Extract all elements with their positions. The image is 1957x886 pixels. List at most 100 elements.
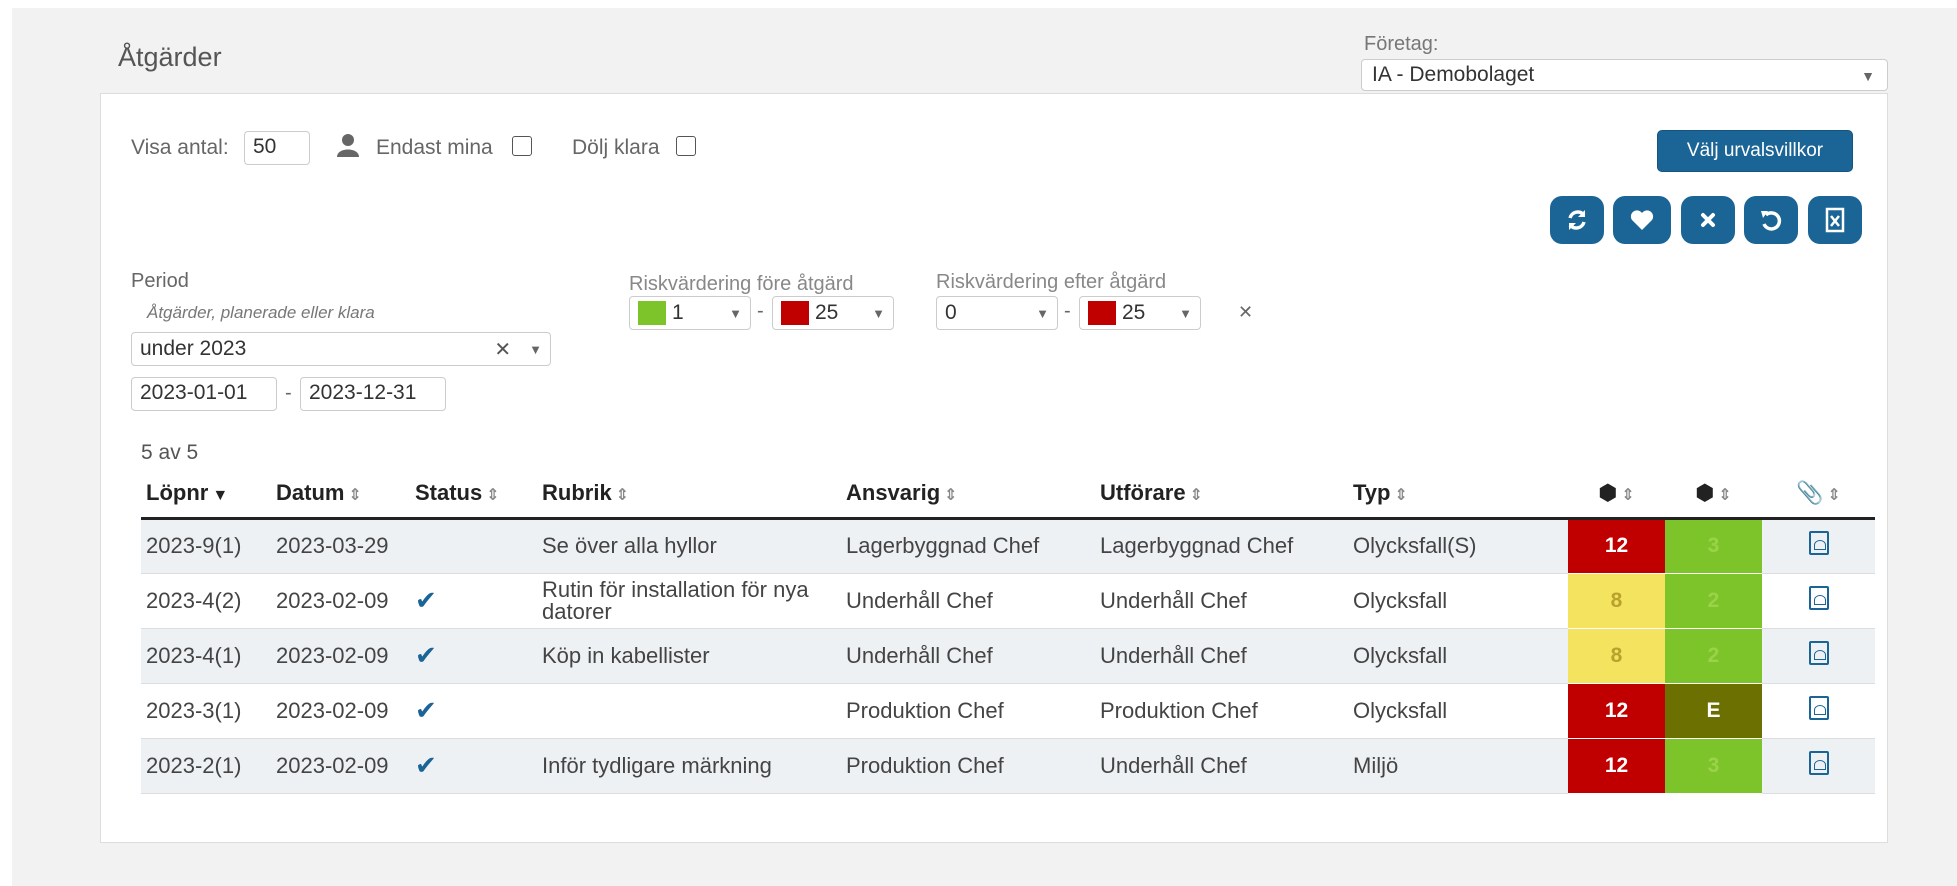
cell-ansvarig: Produktion Chef bbox=[841, 738, 1095, 794]
table-row[interactable]: 2023-3(1) 2023-02-09 ✔ Produktion Chef Produ… bbox=[141, 683, 1875, 739]
chevron-down-icon: ▼ bbox=[872, 305, 885, 321]
cell-ansvarig: Underhåll Chef bbox=[841, 628, 1095, 684]
cell-pdf[interactable] bbox=[1762, 683, 1875, 739]
cell-ansvarig: Produktion Chef bbox=[841, 683, 1095, 739]
pdf-icon[interactable] bbox=[1808, 531, 1829, 555]
cell-typ: Olycksfall bbox=[1348, 573, 1568, 629]
col-rubrik[interactable]: Rubrik ⇕ bbox=[537, 470, 841, 520]
risk-before-dash: - bbox=[757, 300, 764, 322]
choose-criteria-button[interactable]: Välj urvalsvillkor bbox=[1657, 130, 1853, 172]
company-value: IA - Demobolaget bbox=[1372, 63, 1535, 86]
cell-status: ✔ bbox=[410, 573, 537, 629]
cell-ansvarig: Lagerbyggnad Chef bbox=[841, 518, 1095, 574]
cell-rubrik: Inför tydligare märkning bbox=[537, 738, 841, 794]
favorite-button[interactable] bbox=[1613, 196, 1671, 244]
col-risk-after[interactable]: ⬢ ⇕ bbox=[1665, 470, 1762, 520]
cell-utforare: Lagerbyggnad Chef bbox=[1095, 518, 1348, 574]
checkmark-icon: ✔ bbox=[415, 750, 437, 780]
cell-status: ✔ bbox=[410, 628, 537, 684]
cell-risk-after: 2 bbox=[1665, 573, 1762, 629]
col-typ[interactable]: Typ ⇕ bbox=[1348, 470, 1568, 520]
clear-risk-icon[interactable]: ✕ bbox=[1238, 302, 1253, 323]
chevron-down-icon: ▼ bbox=[1036, 305, 1049, 321]
table-row[interactable]: 2023-2(1) 2023-02-09 ✔ Inför tydligare märk… bbox=[141, 738, 1875, 794]
cell-pdf[interactable] bbox=[1762, 518, 1875, 574]
col-utforare[interactable]: Utförare ⇕ bbox=[1095, 470, 1348, 520]
table-row[interactable]: 2023-4(2) 2023-02-09 ✔ Rutin för installati… bbox=[141, 573, 1875, 629]
paperclip-icon: 📎 bbox=[1796, 480, 1824, 506]
cell-utforare: Underhåll Chef bbox=[1095, 738, 1348, 794]
risk-after-from-value: 0 bbox=[945, 301, 957, 324]
risk-before-from-value: 1 bbox=[672, 301, 684, 324]
risk-after-to-select[interactable]: 25 ▼ bbox=[1079, 296, 1201, 330]
cell-utforare: Underhåll Chef bbox=[1095, 628, 1348, 684]
date-to-input[interactable]: 2023-12-31 bbox=[300, 377, 446, 411]
cell-lopnr: 2023-3(1) bbox=[141, 683, 271, 739]
risk-before-from-select[interactable]: 1 ▼ bbox=[629, 296, 751, 330]
col-attachment[interactable]: 📎 ⇕ bbox=[1762, 470, 1875, 520]
cell-risk-before: 12 bbox=[1568, 518, 1665, 574]
checkmark-icon: ✔ bbox=[415, 695, 437, 725]
actions-table: Löpnr ▼ Datum ⇕ Status ⇕ Rubrik ⇕ Ansvarig ⇕ … bbox=[141, 470, 1875, 794]
show-count-input[interactable]: 50 bbox=[244, 131, 310, 165]
period-value: under 2023 bbox=[140, 337, 247, 360]
cell-ansvarig: Underhåll Chef bbox=[841, 573, 1095, 629]
table-row[interactable]: 2023-9(1) 2023-03-29 Se över alla hyllor La… bbox=[141, 518, 1875, 574]
company-select[interactable]: IA - Demobolaget ▼ bbox=[1361, 59, 1888, 91]
only-mine-checkbox[interactable] bbox=[512, 136, 532, 156]
cell-rubrik: Rutin för installation för nya datorer bbox=[537, 573, 841, 629]
pdf-icon[interactable] bbox=[1808, 695, 1829, 720]
export-excel-button[interactable] bbox=[1808, 196, 1862, 244]
cell-utforare: Underhåll Chef bbox=[1095, 573, 1348, 629]
clear-icon[interactable]: ✕ bbox=[494, 337, 511, 362]
cell-risk-after: E bbox=[1665, 683, 1762, 739]
risk-after-from-select[interactable]: 0 ▼ bbox=[936, 296, 1058, 330]
checkmark-icon: ✔ bbox=[415, 585, 437, 615]
cell-pdf[interactable] bbox=[1762, 573, 1875, 629]
risk-after-to-value: 25 bbox=[1122, 301, 1146, 324]
pdf-icon[interactable] bbox=[1808, 750, 1829, 775]
cell-risk-before: 8 bbox=[1568, 628, 1665, 684]
cubes-icon: ⬢ bbox=[1695, 480, 1715, 506]
cell-pdf[interactable] bbox=[1762, 738, 1875, 794]
cell-risk-after: 3 bbox=[1665, 518, 1762, 574]
col-risk-before[interactable]: ⬢ ⇕ bbox=[1568, 470, 1665, 520]
col-lopnr[interactable]: Löpnr ▼ bbox=[141, 470, 271, 520]
chevron-down-icon: ▼ bbox=[1861, 68, 1875, 84]
cell-rubrik bbox=[537, 683, 841, 739]
period-label: Period bbox=[131, 270, 189, 292]
cell-rubrik: Köp in kabellister bbox=[537, 628, 841, 684]
refresh-icon bbox=[1568, 210, 1586, 230]
cell-pdf[interactable] bbox=[1762, 628, 1875, 684]
cell-lopnr: 2023-2(1) bbox=[141, 738, 271, 794]
show-count-label: Visa antal: bbox=[131, 136, 229, 159]
chevron-down-icon: ▼ bbox=[729, 305, 742, 321]
col-datum[interactable]: Datum ⇕ bbox=[271, 470, 410, 520]
cell-risk-after: 3 bbox=[1665, 738, 1762, 794]
cell-datum: 2023-02-09 bbox=[271, 683, 410, 739]
pdf-icon[interactable] bbox=[1808, 585, 1829, 610]
red-swatch bbox=[1088, 301, 1116, 325]
period-select[interactable]: under 2023 ✕ ▼ bbox=[131, 332, 551, 366]
reset-button[interactable] bbox=[1744, 196, 1798, 244]
cell-risk-before: 12 bbox=[1568, 738, 1665, 794]
green-swatch bbox=[638, 301, 666, 325]
table-body: 2023-9(1) 2023-03-29 Se över alla hyllor La… bbox=[141, 518, 1875, 794]
col-status[interactable]: Status ⇕ bbox=[410, 470, 537, 520]
col-ansvarig[interactable]: Ansvarig ⇕ bbox=[841, 470, 1095, 520]
pdf-icon[interactable] bbox=[1808, 640, 1829, 665]
hide-done-checkbox[interactable] bbox=[676, 136, 696, 156]
risk-before-to-select[interactable]: 25 ▼ bbox=[772, 296, 894, 330]
cell-datum: 2023-03-29 bbox=[271, 518, 410, 574]
refresh-button[interactable] bbox=[1550, 196, 1604, 244]
table-row[interactable]: 2023-4(1) 2023-02-09 ✔ Köp in kabellister Un… bbox=[141, 628, 1875, 684]
undo-icon bbox=[1761, 211, 1782, 231]
chevron-down-icon: ▼ bbox=[529, 341, 542, 357]
cell-lopnr: 2023-4(1) bbox=[141, 628, 271, 684]
clear-button[interactable] bbox=[1681, 196, 1735, 244]
result-count: 5 av 5 bbox=[141, 441, 199, 464]
cell-lopnr: 2023-9(1) bbox=[141, 518, 271, 574]
cell-risk-after: 2 bbox=[1665, 628, 1762, 684]
date-range-dash: - bbox=[285, 382, 292, 404]
date-from-input[interactable]: 2023-01-01 bbox=[131, 377, 277, 411]
